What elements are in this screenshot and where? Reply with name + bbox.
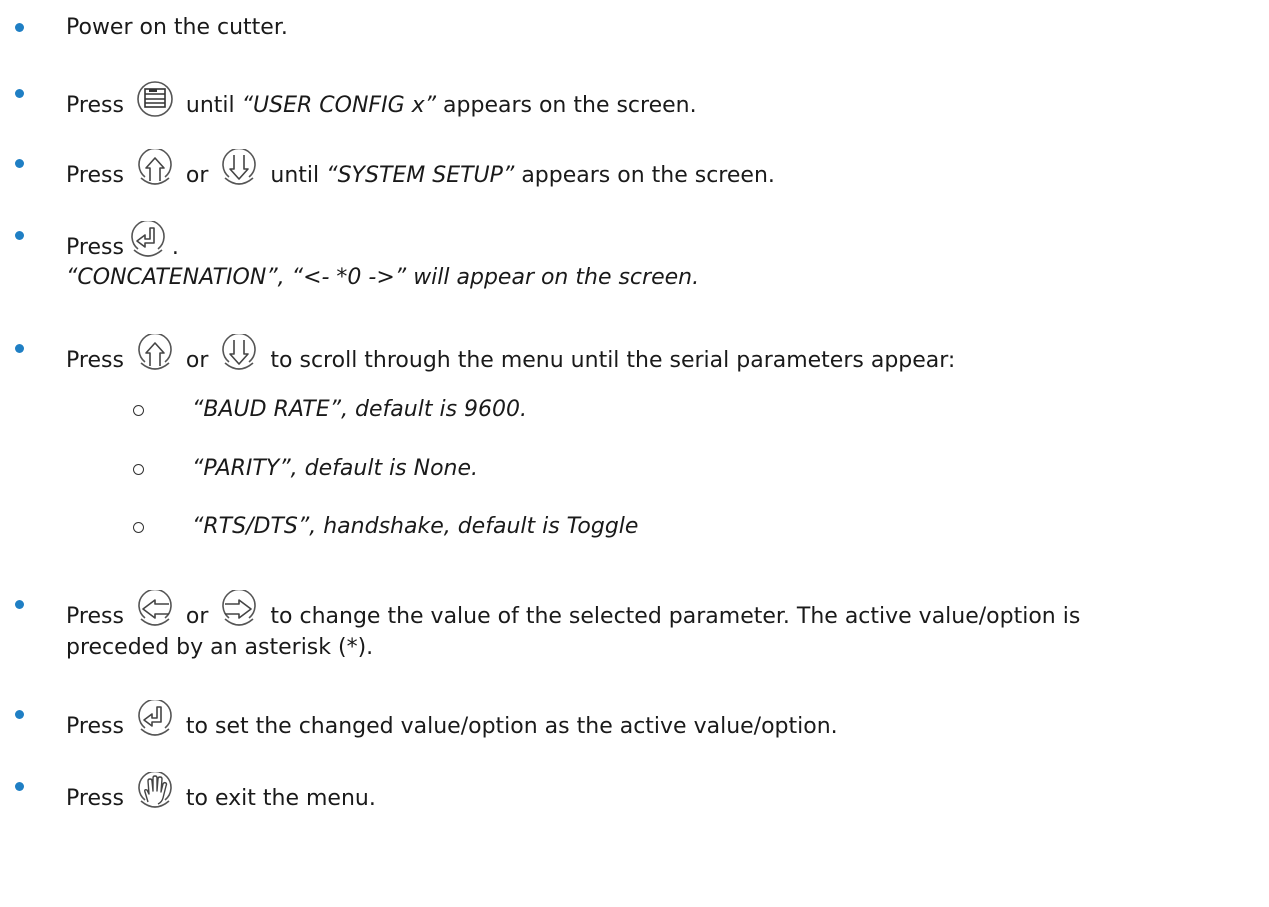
menu-button-icon: [135, 79, 175, 119]
step-text: Press: [66, 714, 124, 739]
step-text: Power on the cutter.: [66, 15, 288, 40]
screen-message: “USER CONFIG x”: [241, 93, 437, 118]
bullet: [15, 344, 24, 353]
step-text: to scroll through the menu until the ser…: [270, 348, 956, 373]
parameter-default: , handshake, default is Toggle: [309, 514, 639, 539]
sub-item: “RTS/DTS”, handshake, default is Toggle: [192, 512, 638, 542]
step-text: Press: [66, 163, 124, 188]
step-4-result: “CONCATENATION”, “<- *0 ->” will appear …: [66, 265, 700, 290]
step-text: Press: [66, 348, 124, 373]
sub-bullet: [133, 464, 144, 475]
step-2: Press until “USER CONFIG x” appears on t…: [66, 79, 697, 121]
right-arrow-button-icon: [219, 590, 259, 630]
step-text: or: [185, 348, 209, 373]
step-text: Press: [66, 786, 124, 811]
step-text: until: [270, 163, 320, 188]
step-3: Press or until “SYSTEM SETUP” appears on…: [66, 149, 775, 191]
down-arrow-button-icon: [219, 334, 259, 374]
step-1: Power on the cutter.: [66, 13, 288, 43]
parameter-name: “PARITY”: [192, 456, 291, 481]
bullet: [15, 231, 24, 240]
screen-message: “SYSTEM SETUP”: [326, 163, 515, 188]
sub-item: “BAUD RATE”, default is 9600.: [192, 395, 527, 425]
step-7: Press to set the changed value/option as…: [66, 700, 838, 742]
parameter-name: “RTS/DTS”: [192, 514, 310, 539]
step-text: or: [185, 604, 209, 629]
parameter-default: , default is None.: [290, 456, 479, 481]
step-text: until: [185, 93, 235, 118]
sub-item: “PARITY”, default is None.: [192, 454, 478, 484]
bullet: [15, 89, 24, 98]
up-arrow-button-icon: [135, 149, 175, 189]
bullet: [15, 159, 24, 168]
up-arrow-button-icon: [135, 334, 175, 374]
step-text: appears on the screen.: [443, 93, 697, 118]
step-text: to change the value of the selected para…: [270, 604, 1081, 629]
enter-button-icon: [135, 700, 175, 740]
enter-button-icon: [128, 221, 168, 261]
bullet: [15, 600, 24, 609]
step-text: or: [185, 163, 209, 188]
step-5: Press or to scroll through the menu unti…: [66, 334, 955, 376]
step-text: .: [171, 235, 179, 260]
step-6-continued: preceded by an asterisk (*).: [66, 635, 374, 660]
bullet: [15, 710, 24, 719]
sub-bullet: [133, 405, 144, 416]
step-text: Press: [66, 604, 124, 629]
step-text: Press: [66, 235, 124, 260]
step-6: Press or to change the value of the sele…: [66, 590, 1080, 632]
bullet: [15, 23, 24, 32]
step-text: to exit the menu.: [185, 786, 376, 811]
sub-bullet: [133, 522, 144, 533]
parameter-name: “BAUD RATE”: [192, 397, 342, 422]
step-text: to set the changed value/option as the a…: [185, 714, 838, 739]
down-arrow-button-icon: [219, 149, 259, 189]
step-4: Press .: [66, 221, 179, 263]
left-arrow-button-icon: [135, 590, 175, 630]
bullet: [15, 782, 24, 791]
step-text: Press: [66, 93, 124, 118]
parameter-default: , default is 9600.: [341, 397, 527, 422]
step-8: Press to exit the menu.: [66, 772, 376, 814]
step-text: appears on the screen.: [521, 163, 775, 188]
stop-hand-button-icon: [135, 772, 175, 812]
